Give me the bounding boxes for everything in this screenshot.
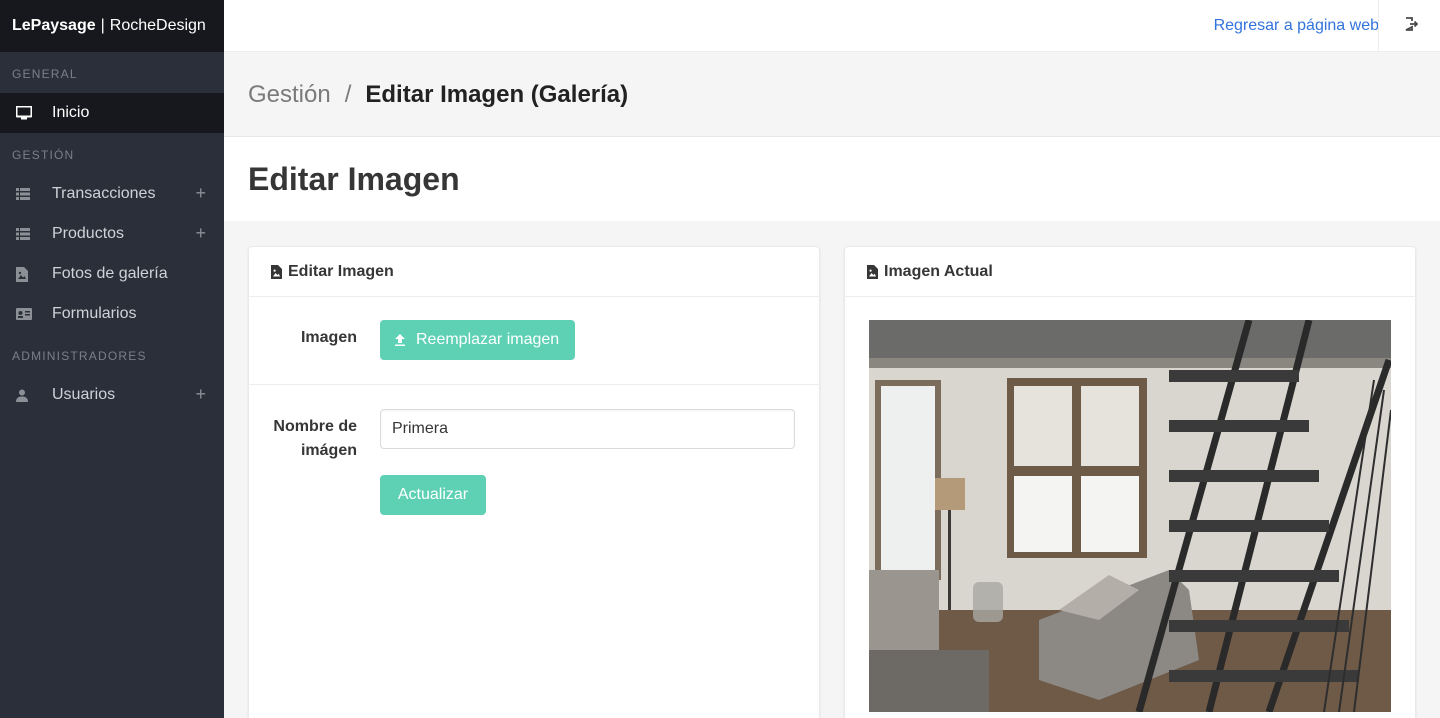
list-icon xyxy=(16,188,52,200)
card-header: Imagen Actual xyxy=(845,247,1415,297)
breadcrumb-separator: / xyxy=(344,80,352,108)
image-field-label: Imagen xyxy=(300,329,357,346)
logout-icon[interactable] xyxy=(1405,17,1419,36)
sidebar-item-label: Fotos de galería xyxy=(52,265,168,282)
sidebar-item-inicio[interactable]: Inicio xyxy=(0,93,224,133)
brand-separator: | xyxy=(100,17,105,34)
brand-logo[interactable]: LePaysage | RocheDesign xyxy=(0,0,224,52)
sidebar-item-label: Formularios xyxy=(52,305,137,322)
file-image-icon xyxy=(16,266,52,282)
breadcrumb-current: Editar Imagen (Galería) xyxy=(365,80,629,108)
sidebar-item-usuarios[interactable]: Usuarios + xyxy=(0,375,224,415)
replace-image-button[interactable]: Reemplazar imagen xyxy=(380,320,575,360)
current-image xyxy=(869,320,1391,712)
card-title: Imagen Actual xyxy=(884,262,993,280)
brand-name-light: RocheDesign xyxy=(109,17,206,34)
sidebar-item-productos[interactable]: Productos + xyxy=(0,214,224,254)
edit-image-card: Editar Imagen Imagen Reemplazar imagen N… xyxy=(248,246,820,718)
breadcrumb: Gestión / Editar Imagen (Galería) xyxy=(224,53,1440,137)
name-label-line2: imágen xyxy=(300,442,357,459)
sidebar-item-fotos-galeria[interactable]: Fotos de galería xyxy=(0,254,224,294)
sidebar: LePaysage | RocheDesign GENERAL Inicio G… xyxy=(0,0,224,718)
card-title: Editar Imagen xyxy=(288,262,394,280)
current-image-card: Imagen Actual xyxy=(844,246,1416,718)
name-field-label: Nombre de imágen xyxy=(273,415,357,463)
breadcrumb-parent[interactable]: Gestión xyxy=(248,81,331,109)
expand-plus-icon[interactable]: + xyxy=(195,385,206,403)
sidebar-item-label: Transacciones xyxy=(52,185,156,202)
page-title: Editar Imagen xyxy=(248,160,460,197)
update-button[interactable]: Actualizar xyxy=(380,475,486,515)
monitor-icon xyxy=(16,106,52,120)
list-icon xyxy=(16,228,52,240)
replace-image-label: Reemplazar imagen xyxy=(416,331,560,348)
card-header: Editar Imagen xyxy=(249,247,819,297)
navbar-divider xyxy=(1378,0,1379,52)
upload-icon xyxy=(394,334,406,346)
id-card-icon xyxy=(16,308,52,320)
sidebar-item-label: Inicio xyxy=(52,104,90,121)
expand-plus-icon[interactable]: + xyxy=(195,224,206,242)
user-icon xyxy=(16,389,52,402)
back-to-website-link[interactable]: Regresar a página web xyxy=(1214,17,1379,35)
sidebar-item-transacciones[interactable]: Transacciones + xyxy=(0,174,224,214)
sidebar-item-label: Usuarios xyxy=(52,386,116,403)
top-navbar: Regresar a página web xyxy=(224,0,1440,52)
image-name-input[interactable]: Primera xyxy=(380,409,795,449)
file-image-icon xyxy=(271,264,282,279)
name-label-line1: Nombre de xyxy=(273,418,357,435)
menu-label-general: GENERAL xyxy=(12,66,78,81)
expand-plus-icon[interactable]: + xyxy=(195,184,206,202)
sidebar-item-label: Productos xyxy=(52,225,125,242)
file-image-icon xyxy=(867,264,878,279)
page-hero: Editar Imagen xyxy=(224,137,1440,221)
sidebar-item-formularios[interactable]: Formularios xyxy=(0,294,224,334)
menu-label-admins: ADMINISTRADORES xyxy=(12,348,147,363)
menu-label-gestion: GESTIÓN xyxy=(12,147,75,162)
form-divider xyxy=(249,384,819,385)
brand-name-bold: LePaysage xyxy=(12,17,96,34)
